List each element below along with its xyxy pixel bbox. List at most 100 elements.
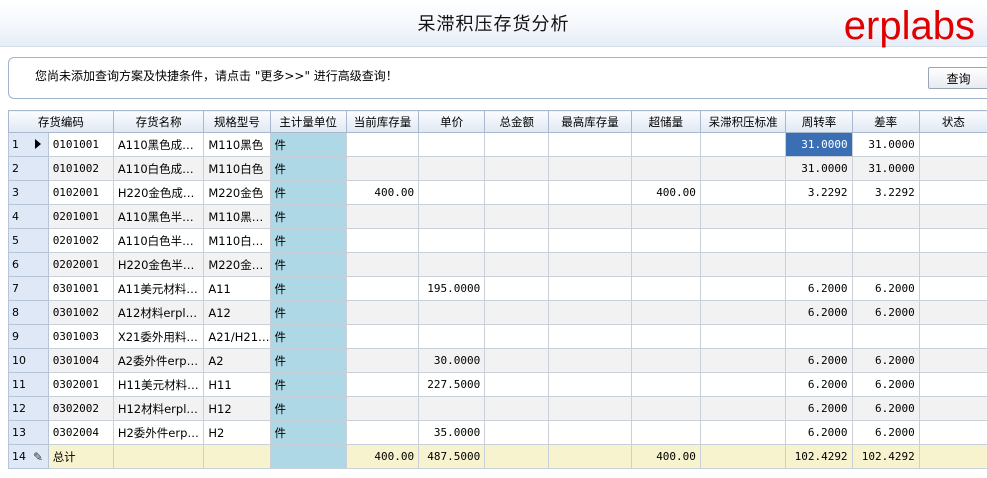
cell-status[interactable]	[918, 348, 987, 373]
cell-stock[interactable]	[345, 396, 420, 421]
row-number[interactable]: 13	[8, 420, 49, 445]
cell-status[interactable]	[918, 228, 987, 253]
table-row[interactable]: 5 0201002 A110白色半… M110白… 件	[8, 228, 987, 253]
cell-status[interactable]	[918, 300, 987, 325]
cell-turnover[interactable]: 6.2000	[785, 420, 853, 445]
cell-name[interactable]: H220金色半…	[112, 252, 205, 277]
cell-diff[interactable]: 31.0000	[851, 132, 920, 157]
cell-turnover[interactable]: 6.2000	[785, 396, 853, 421]
cell-standard[interactable]	[699, 204, 787, 229]
cell-name[interactable]: A110黑色半…	[112, 204, 205, 229]
table-row[interactable]: 2 0101002 A110白色成… M110白色 件 31.0000 31.0…	[8, 156, 987, 181]
table-row[interactable]: 1 0101001 A110黑色成… M110黑色 件 31.0000 31.0…	[8, 132, 987, 157]
cell-spec[interactable]: A2	[203, 348, 271, 373]
cell-status[interactable]	[918, 180, 987, 205]
cell-code[interactable]: 0202001	[47, 252, 114, 277]
cell-max-stock[interactable]	[548, 252, 632, 277]
cell-amount[interactable]	[484, 396, 550, 421]
cell-code[interactable]: 0301003	[47, 324, 114, 349]
cell-diff[interactable]: 31.0000	[851, 156, 920, 181]
cell-code[interactable]: 0302002	[47, 396, 114, 421]
cell-diff[interactable]	[851, 228, 920, 253]
cell-code[interactable]: 0101002	[47, 156, 114, 181]
cell-amount[interactable]	[484, 372, 550, 397]
cell-name[interactable]: H2委外件erp…	[112, 420, 205, 445]
cell-max-stock[interactable]	[548, 420, 632, 445]
col-header-status[interactable]: 状态	[918, 110, 987, 133]
cell-stock[interactable]	[345, 132, 420, 157]
cell-standard[interactable]	[699, 252, 787, 277]
col-header-overstock[interactable]: 超储量	[630, 110, 701, 133]
cell-price[interactable]	[418, 228, 486, 253]
cell-price[interactable]: 35.0000	[418, 420, 486, 445]
row-number[interactable]: 14 ✎	[8, 444, 49, 469]
cell-overstock[interactable]: 400.00	[630, 180, 701, 205]
cell-spec[interactable]: M220金…	[203, 252, 271, 277]
cell-code[interactable]: 0301004	[47, 348, 114, 373]
cell-diff[interactable]: 6.2000	[851, 300, 920, 325]
cell-spec[interactable]: H2	[203, 420, 271, 445]
cell-code[interactable]: 0302001	[47, 372, 114, 397]
cell-standard[interactable]	[699, 372, 787, 397]
cell-max-stock[interactable]	[548, 132, 632, 157]
cell-spec[interactable]: M110白…	[203, 228, 271, 253]
cell-stock[interactable]	[345, 372, 420, 397]
cell-stock[interactable]	[345, 276, 420, 301]
row-number[interactable]: 2	[8, 156, 49, 181]
row-number[interactable]: 9	[8, 324, 49, 349]
col-header-name[interactable]: 存货名称	[112, 110, 205, 133]
cell-spec[interactable]: M110黑…	[203, 204, 271, 229]
cell-code[interactable]: 0201002	[47, 228, 114, 253]
cell-unit[interactable]: 件	[269, 324, 347, 349]
cell-diff[interactable]	[851, 252, 920, 277]
cell-price[interactable]: 30.0000	[418, 348, 486, 373]
cell-price[interactable]	[418, 132, 486, 157]
cell-name[interactable]: A12材料erpl…	[112, 300, 205, 325]
cell-turnover[interactable]: 6.2000	[785, 276, 853, 301]
cell-overstock[interactable]	[630, 156, 701, 181]
cell-standard[interactable]	[699, 396, 787, 421]
table-row[interactable]: 3 0102001 H220金色成… M220金色 件 400.00 400.0…	[8, 180, 987, 205]
cell-max-stock[interactable]	[548, 204, 632, 229]
cell-max-stock[interactable]	[548, 372, 632, 397]
table-row[interactable]: 11 0302001 H11美元材料… H11 件 227.5000 6.200…	[8, 372, 987, 397]
cell-stock[interactable]	[345, 252, 420, 277]
cell-turnover[interactable]: 3.2292	[785, 180, 853, 205]
cell-overstock[interactable]	[630, 324, 701, 349]
cell-unit[interactable]: 件	[269, 156, 347, 181]
cell-max-stock[interactable]	[548, 396, 632, 421]
cell-diff[interactable]: 6.2000	[851, 420, 920, 445]
cell-amount[interactable]	[484, 228, 550, 253]
cell-status[interactable]	[918, 204, 987, 229]
cell-stock[interactable]	[345, 156, 420, 181]
cell-price[interactable]: 195.0000	[418, 276, 486, 301]
cell-price[interactable]	[418, 156, 486, 181]
table-row[interactable]: 9 0301003 X21委外用料… A21/H21… 件	[8, 324, 987, 349]
cell-max-stock[interactable]	[548, 300, 632, 325]
cell-spec[interactable]: H12	[203, 396, 271, 421]
col-header-stock[interactable]: 当前库存量	[345, 110, 420, 133]
cell-price[interactable]	[418, 252, 486, 277]
cell-name[interactable]: A2委外件erp…	[112, 348, 205, 373]
cell-max-stock[interactable]	[548, 228, 632, 253]
cell-standard[interactable]	[699, 348, 787, 373]
cell-diff[interactable]: 6.2000	[851, 372, 920, 397]
cell-amount[interactable]	[484, 324, 550, 349]
cell-stock[interactable]	[345, 324, 420, 349]
cell-unit[interactable]: 件	[269, 420, 347, 445]
cell-amount[interactable]	[484, 276, 550, 301]
table-row[interactable]: 12 0302002 H12材料erpl… H12 件 6.2000 6.200…	[8, 396, 987, 421]
cell-turnover[interactable]: 6.2000	[785, 348, 853, 373]
cell-stock[interactable]	[345, 228, 420, 253]
row-number[interactable]: 1	[8, 132, 49, 157]
cell-name[interactable]: X21委外用料…	[112, 324, 205, 349]
cell-standard[interactable]	[699, 132, 787, 157]
cell-price[interactable]	[418, 324, 486, 349]
cell-max-stock[interactable]	[548, 156, 632, 181]
cell-overstock[interactable]	[630, 420, 701, 445]
cell-spec[interactable]: A12	[203, 300, 271, 325]
cell-name[interactable]: A110白色成…	[112, 156, 205, 181]
col-header-diff[interactable]: 差率	[851, 110, 920, 133]
cell-price[interactable]	[418, 204, 486, 229]
cell-price[interactable]	[418, 396, 486, 421]
